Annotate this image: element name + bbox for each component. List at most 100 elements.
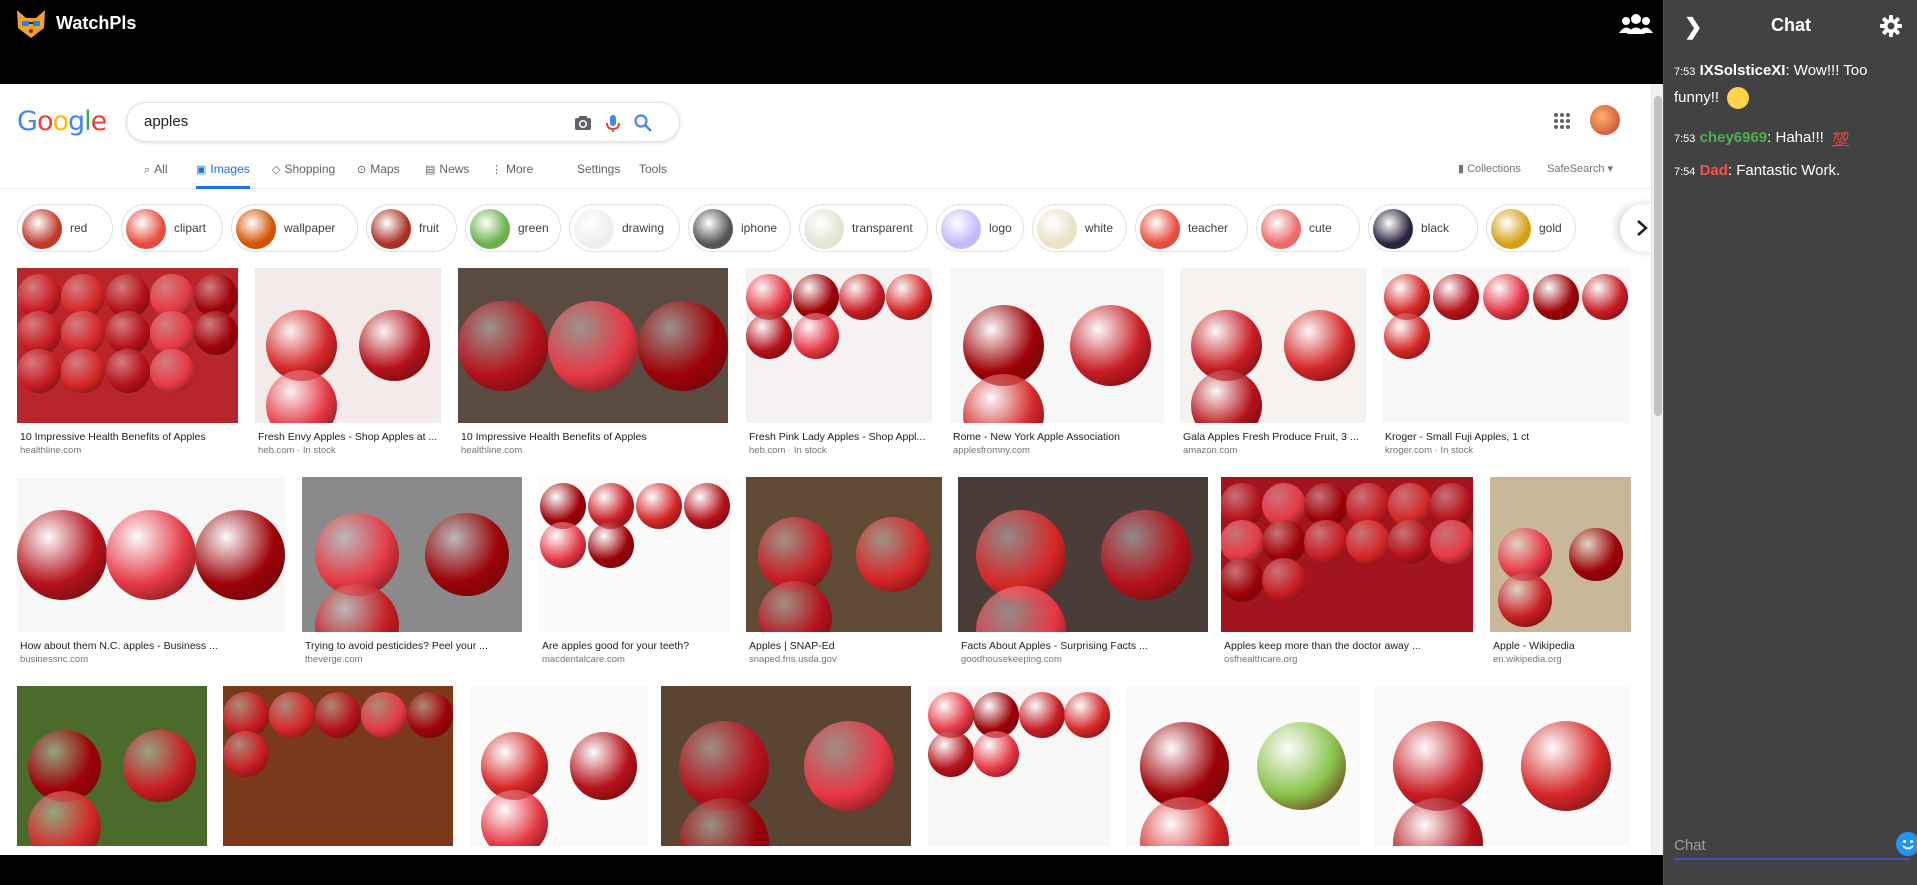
- result-caption[interactable]: Gala Apples Fresh Produce Fruit, 3 ...: [1183, 431, 1363, 443]
- image-result[interactable]: Are apples good for your teeth? macdental…: [539, 477, 731, 672]
- chip-drawing[interactable]: drawing: [569, 204, 680, 252]
- chip-logo[interactable]: logo: [936, 204, 1024, 252]
- result-thumbnail[interactable]: [458, 268, 728, 423]
- image-result[interactable]: [928, 686, 1110, 855]
- microphone-icon[interactable]: [603, 113, 623, 133]
- image-result[interactable]: [661, 686, 911, 855]
- result-caption[interactable]: 10 Impressive Health Benefits of Apples: [20, 431, 235, 443]
- result-caption[interactable]: Trying to avoid pesticides? Peel your ..…: [305, 640, 519, 652]
- result-caption[interactable]: How about them N.C. apples - Business ..…: [20, 640, 282, 652]
- image-result[interactable]: How about them N.C. apples - Business ..…: [17, 477, 285, 672]
- image-result[interactable]: Gala Apples Fresh Produce Fruit, 3 ... am…: [1180, 268, 1366, 463]
- scrollbar-thumb[interactable]: [1654, 96, 1662, 416]
- message-user[interactable]: chey6969: [1700, 129, 1768, 146]
- result-thumbnail[interactable]: [950, 268, 1164, 423]
- chip-white[interactable]: white: [1032, 204, 1127, 252]
- chip-teacher[interactable]: teacher: [1135, 204, 1248, 252]
- chip-transparent[interactable]: transparent: [799, 204, 928, 252]
- tab-tools[interactable]: Tools: [639, 162, 667, 189]
- result-caption[interactable]: 10 Impressive Health Benefits of Apples: [461, 431, 725, 443]
- chip-gold[interactable]: gold: [1486, 204, 1576, 252]
- tab-shopping[interactable]: ◇ Shopping: [272, 162, 335, 189]
- tab-maps[interactable]: ⊙ Maps: [357, 162, 400, 189]
- message-user[interactable]: IXSolsticeXI: [1700, 62, 1786, 79]
- result-thumbnail[interactable]: [958, 477, 1208, 632]
- result-thumbnail[interactable]: [302, 477, 522, 632]
- image-result[interactable]: [223, 686, 453, 855]
- result-caption[interactable]: Apple - Wikipedia: [1493, 640, 1628, 652]
- apple-shape: [855, 517, 931, 592]
- safesearch-toggle[interactable]: SafeSearch ▾: [1547, 162, 1613, 175]
- result-caption[interactable]: Fresh Pink Lady Apples - Shop Appl...: [749, 431, 929, 443]
- result-thumbnail[interactable]: [17, 686, 207, 846]
- image-result[interactable]: Rome - New York Apple Association applesf…: [950, 268, 1164, 463]
- result-thumbnail[interactable]: [255, 268, 441, 423]
- chip-fruit[interactable]: fruit: [366, 204, 457, 252]
- result-thumbnail[interactable]: [746, 477, 942, 632]
- result-thumbnail[interactable]: [661, 686, 911, 846]
- search-input[interactable]: [144, 113, 544, 130]
- tab-more[interactable]: ⋮ More: [491, 162, 533, 189]
- image-result[interactable]: 10 Impressive Health Benefits of Apples h…: [458, 268, 728, 463]
- emoji-picker-icon[interactable]: [1896, 832, 1917, 856]
- chip-iphone[interactable]: iphone: [688, 204, 791, 252]
- chip-clipart[interactable]: clipart: [121, 204, 223, 252]
- chip-black[interactable]: black: [1368, 204, 1478, 252]
- result-thumbnail[interactable]: [1490, 477, 1631, 632]
- result-thumbnail[interactable]: [539, 477, 731, 632]
- image-result[interactable]: [1126, 686, 1360, 855]
- apple-shape: [1100, 509, 1191, 600]
- tab-all[interactable]: ⌕ All: [144, 162, 168, 189]
- profile-avatar[interactable]: [1590, 105, 1620, 135]
- search-box[interactable]: [126, 102, 680, 142]
- image-result[interactable]: Facts About Apples - Surprising Facts ..…: [958, 477, 1208, 672]
- image-result[interactable]: Fresh Envy Apples - Shop Apples at ... he…: [255, 268, 441, 463]
- tab-images[interactable]: ▣ Images: [196, 162, 250, 189]
- vertical-scrollbar[interactable]: [1651, 84, 1663, 855]
- google-logo[interactable]: Google: [17, 106, 107, 137]
- tab-news[interactable]: ▤ News: [425, 162, 469, 189]
- result-caption[interactable]: Rome - New York Apple Association: [953, 431, 1161, 443]
- apps-grid-icon[interactable]: [1553, 112, 1571, 130]
- chip-cute[interactable]: cute: [1256, 204, 1360, 252]
- chip-red[interactable]: red: [17, 204, 113, 252]
- result-thumbnail[interactable]: [1221, 477, 1473, 632]
- users-icon[interactable]: [1619, 12, 1653, 36]
- search-icon[interactable]: [633, 113, 653, 133]
- image-result[interactable]: Apples keep more than the doctor away ..…: [1221, 477, 1473, 672]
- result-thumbnail[interactable]: [928, 686, 1110, 846]
- image-result[interactable]: Apple - Wikipedia en.wikipedia.org: [1490, 477, 1631, 672]
- image-result[interactable]: Apples | SNAP-Ed snaped.fns.usda.gov: [746, 477, 942, 672]
- result-caption[interactable]: Facts About Apples - Surprising Facts ..…: [961, 640, 1205, 652]
- result-thumbnail[interactable]: [470, 686, 648, 846]
- chip-wallpaper[interactable]: wallpaper: [231, 204, 358, 252]
- result-thumbnail[interactable]: [1382, 268, 1630, 423]
- result-caption[interactable]: Apples | SNAP-Ed: [749, 640, 939, 652]
- image-result[interactable]: Trying to avoid pesticides? Peel your ..…: [302, 477, 522, 672]
- result-thumbnail[interactable]: [1126, 686, 1360, 846]
- tab-settings[interactable]: Settings: [577, 162, 620, 189]
- result-thumbnail[interactable]: [223, 686, 453, 846]
- gear-icon[interactable]: [1879, 14, 1903, 38]
- camera-icon[interactable]: [573, 113, 593, 133]
- collections-link[interactable]: ▮ Collections: [1458, 162, 1521, 175]
- apple-shape: [223, 731, 269, 778]
- result-thumbnail[interactable]: [746, 268, 932, 423]
- result-thumbnail[interactable]: [17, 477, 285, 632]
- result-caption[interactable]: Are apples good for your teeth?: [542, 640, 728, 652]
- result-caption[interactable]: Kroger - Small Fuji Apples, 1 ct: [1385, 431, 1627, 443]
- image-result[interactable]: Fresh Pink Lady Apples - Shop Appl... heb…: [746, 268, 932, 463]
- image-result[interactable]: Kroger - Small Fuji Apples, 1 ct kroger.c…: [1382, 268, 1630, 463]
- result-thumbnail[interactable]: [1374, 686, 1630, 846]
- result-thumbnail[interactable]: [1180, 268, 1366, 423]
- chat-input[interactable]: [1674, 833, 1874, 857]
- result-caption[interactable]: Apples keep more than the doctor away ..…: [1224, 640, 1470, 652]
- image-result[interactable]: [1374, 686, 1630, 855]
- result-thumbnail[interactable]: [17, 268, 238, 423]
- image-result[interactable]: [470, 686, 648, 855]
- image-result[interactable]: [17, 686, 207, 855]
- image-result[interactable]: 10 Impressive Health Benefits of Apples h…: [17, 268, 238, 463]
- message-user[interactable]: Dad: [1700, 162, 1728, 179]
- result-caption[interactable]: Fresh Envy Apples - Shop Apples at ...: [258, 431, 438, 443]
- chip-green[interactable]: green: [465, 204, 561, 252]
